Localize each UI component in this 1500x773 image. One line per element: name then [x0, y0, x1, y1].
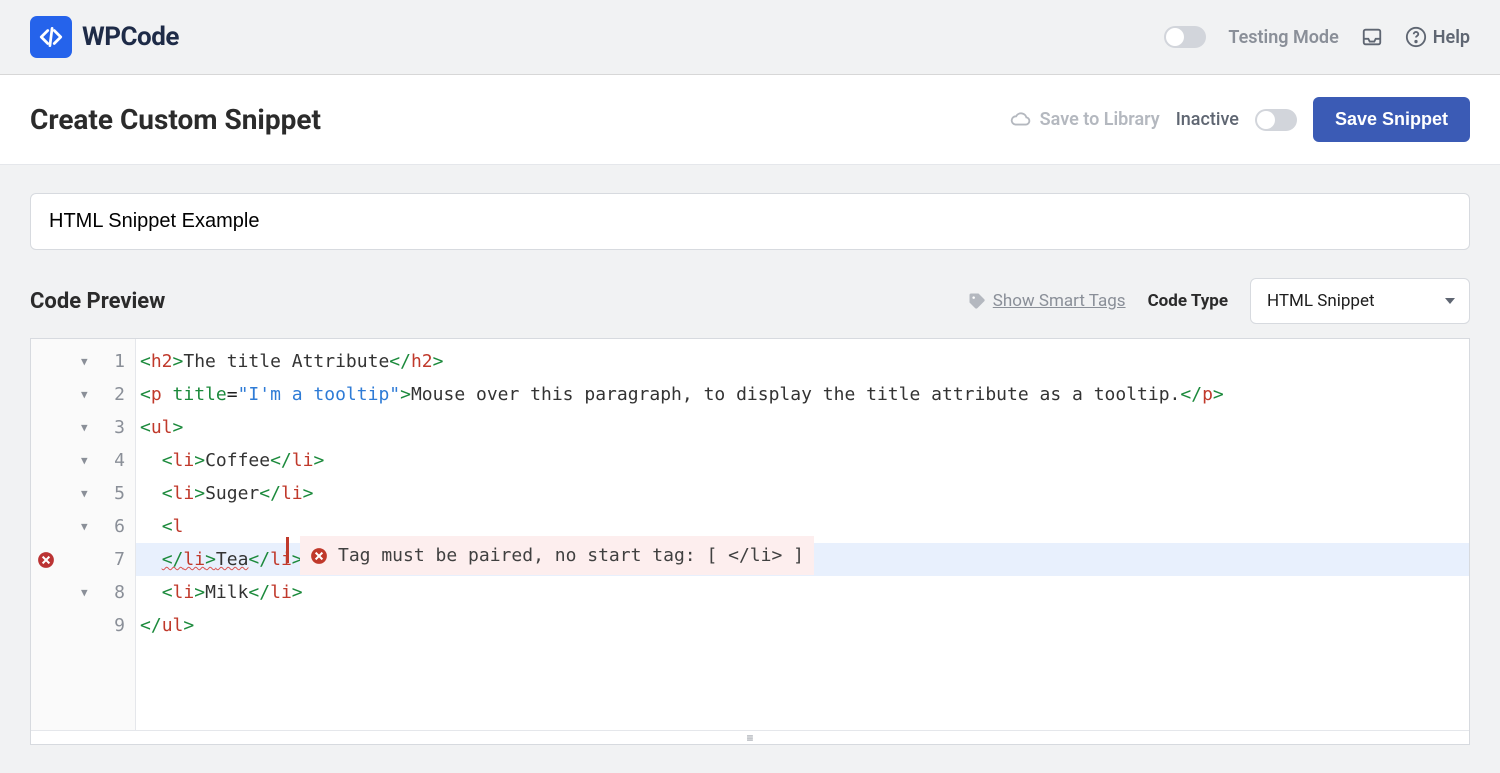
content-area: Code Preview Show Smart Tags Code Type H… — [0, 165, 1500, 773]
testing-mode-label: Testing Mode — [1228, 27, 1338, 48]
preview-header: Code Preview Show Smart Tags Code Type H… — [30, 278, 1470, 324]
active-toggle[interactable] — [1255, 109, 1297, 131]
brand-logo[interactable]: WPCode — [30, 16, 179, 58]
help-button[interactable]: Help — [1405, 26, 1470, 48]
page-title: Create Custom Snippet — [30, 103, 321, 136]
status-label: Inactive — [1176, 109, 1239, 130]
code-type-value: HTML Snippet — [1267, 291, 1375, 311]
code-type-select[interactable]: HTML Snippet — [1250, 278, 1470, 324]
page-header: Create Custom Snippet Save to Library In… — [0, 75, 1500, 165]
smart-tags-label: Show Smart Tags — [993, 291, 1126, 311]
error-tooltip: Tag must be paired, no start tag: [ </li… — [300, 536, 814, 575]
inbox-icon[interactable] — [1361, 26, 1383, 48]
error-tooltip-message: Tag must be paired, no start tag: [ </li… — [338, 539, 804, 572]
save-snippet-button[interactable]: Save Snippet — [1313, 97, 1470, 142]
save-to-library-label: Save to Library — [1040, 109, 1160, 130]
topbar-right: Testing Mode Help — [1164, 26, 1470, 48]
brand-name: WPCode — [82, 22, 179, 52]
error-icon — [37, 551, 55, 569]
editor-gutter: ▼1 ▼2 ▼3 ▼4 ▼5 ▼6 7 ▼8 9 — [31, 339, 136, 730]
header-actions: Save to Library Inactive Save Snippet — [1010, 97, 1470, 142]
code-type-label: Code Type — [1148, 291, 1228, 311]
editor-cursor — [286, 537, 289, 563]
preview-controls: Show Smart Tags Code Type HTML Snippet — [967, 278, 1470, 324]
save-to-library-button[interactable]: Save to Library — [1010, 109, 1160, 131]
brand-mark-icon — [30, 16, 72, 58]
code-text-area[interactable]: <h2>The title Attribute</h2> <p title="I… — [136, 339, 1469, 730]
preview-title: Code Preview — [30, 289, 165, 314]
testing-mode-toggle[interactable] — [1164, 26, 1206, 48]
help-label: Help — [1433, 27, 1470, 48]
top-bar: WPCode Testing Mode Help — [0, 0, 1500, 75]
editor-resize-handle[interactable]: ≡ — [31, 730, 1469, 744]
show-smart-tags-link[interactable]: Show Smart Tags — [967, 291, 1126, 311]
snippet-title-input[interactable] — [30, 193, 1470, 250]
error-tooltip-icon — [310, 547, 328, 565]
code-editor[interactable]: ▼1 ▼2 ▼3 ▼4 ▼5 ▼6 7 ▼8 9 <h2>The title A… — [30, 338, 1470, 745]
